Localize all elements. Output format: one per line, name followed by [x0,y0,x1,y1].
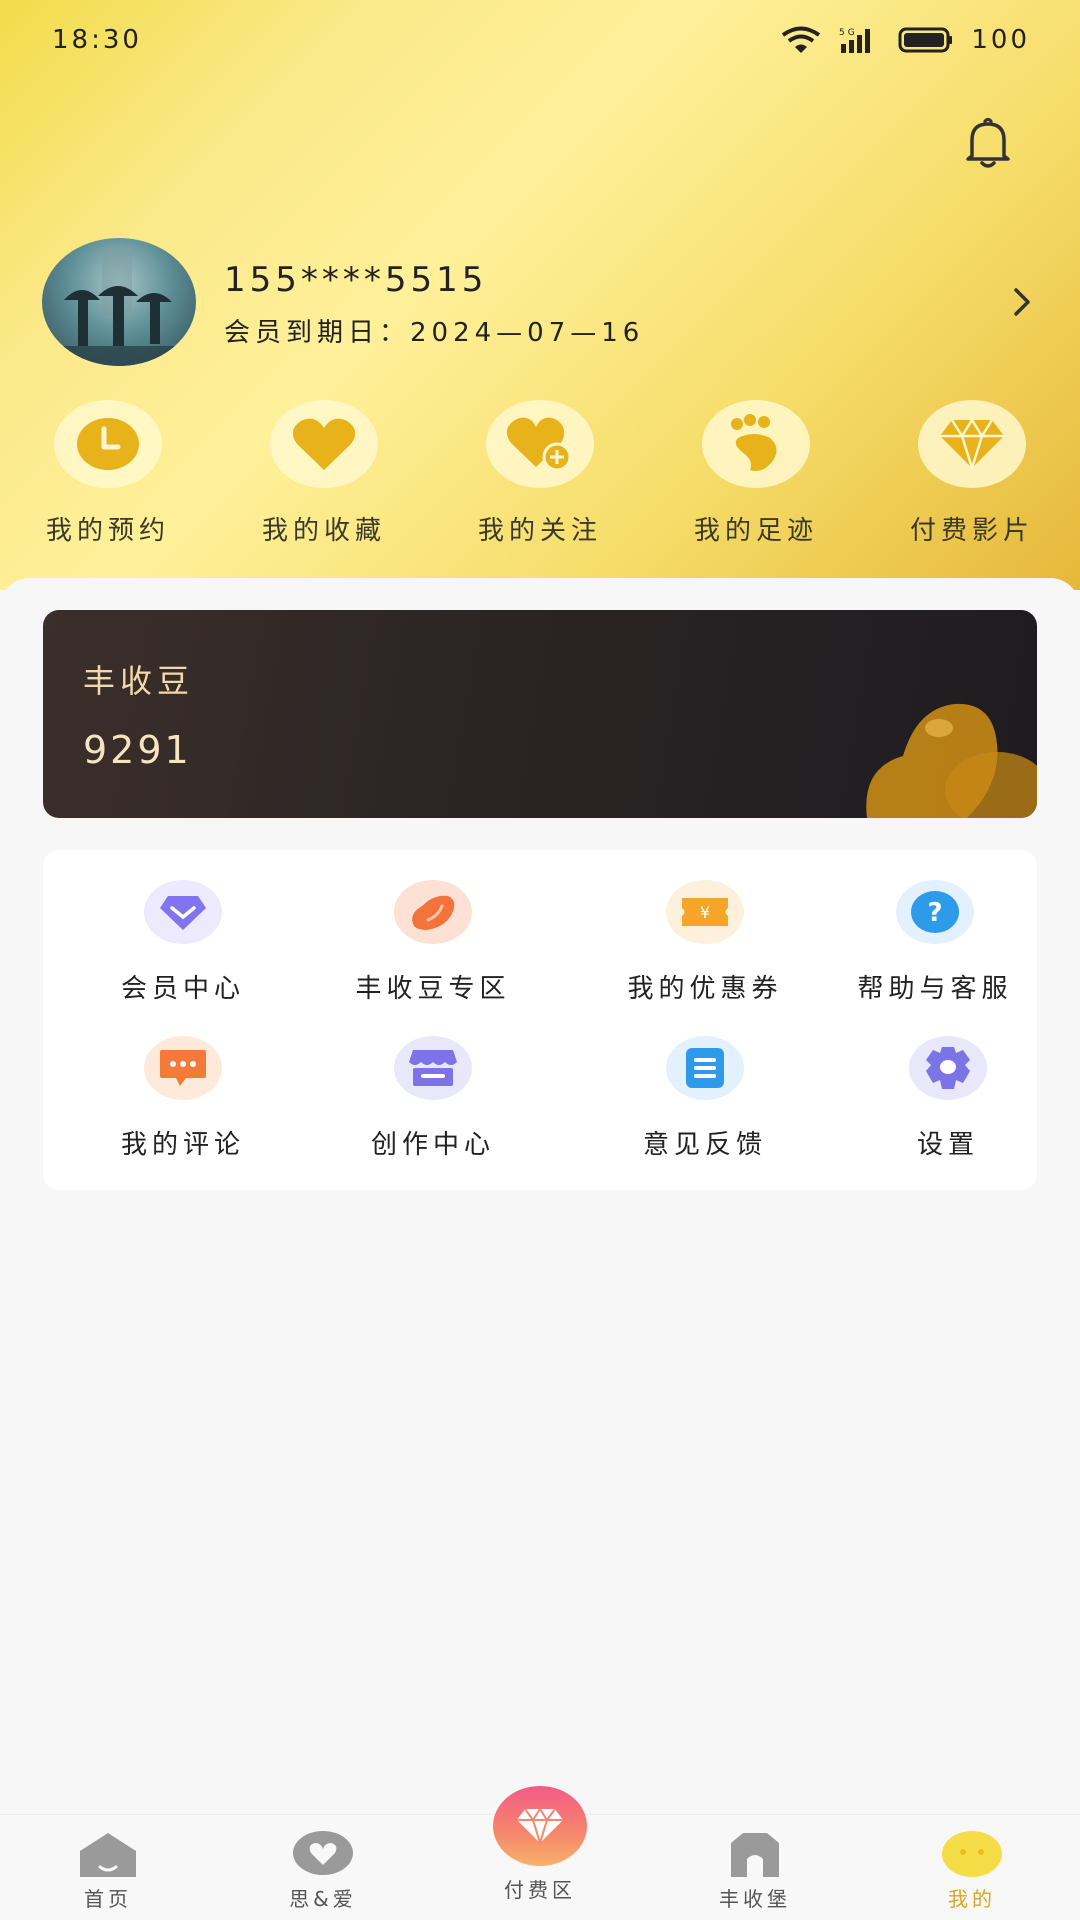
tab-label: 丰收堡 [719,1887,791,1911]
feature-menu: 会员中心 丰收豆专区 ¥ 我的优惠券 ? 帮助与客服 我的评论 创作中心 意见反… [43,850,1037,1190]
menu-item-label: 意见反馈 [642,1130,767,1160]
tab-mine[interactable]: 我的 [882,1815,1062,1920]
membership-expiry: 会员到期日：2024—07—16 [224,318,645,348]
coupon-icon: ¥ [682,898,728,926]
diamond-icon [940,418,1004,470]
avatar[interactable] [42,238,196,366]
chevron-right-icon[interactable] [1002,282,1042,322]
profile-face-icon [942,1831,1002,1877]
tab-paid-zone-label[interactable]: 付费区 [470,1874,610,1903]
bean-decoration-icon [866,703,1037,818]
menu-item-bean-zone[interactable]: 丰收豆专区 [323,880,543,1010]
quick-action-following[interactable]: 我的关注 [440,400,640,560]
menu-item-label: 我的评论 [120,1130,245,1160]
menu-item-label: 创作中心 [370,1130,495,1160]
svg-text:?: ? [927,898,942,928]
quick-action-paid-movies[interactable]: 付费影片 [872,400,1072,560]
profile-summary[interactable]: 155****5515 会员到期日：2024—07—16 [42,238,1042,368]
menu-item-feedback[interactable]: 意见反馈 [595,1036,815,1166]
quick-action-label: 我的足迹 [693,516,818,546]
tab-castle[interactable]: 丰收堡 [665,1815,845,1920]
store-icon [409,1050,457,1086]
settings-icon [926,1047,970,1089]
menu-item-vip-center[interactable]: 会员中心 [73,880,293,1010]
quick-action-label: 我的收藏 [261,516,386,546]
menu-item-label: 我的优惠券 [627,974,783,1004]
feedback-icon [686,1048,724,1088]
battery-icon [898,27,953,53]
tab-label: 首页 [84,1887,132,1911]
bean-balance: 9291 [83,728,192,772]
clock-icon [77,418,139,470]
tab-home[interactable]: 首页 [18,1815,198,1920]
harvest-bean-card[interactable]: 丰收豆 9291 [43,610,1037,818]
quick-action-footprints[interactable]: 我的足迹 [656,400,856,560]
wifi-icon [782,26,821,53]
quick-actions: 我的预约 我的收藏 我的关注 我的足迹 付费影片 [0,400,1080,560]
menu-item-label: 会员中心 [120,974,245,1004]
quick-action-appointments[interactable]: 我的预约 [8,400,208,560]
tab-label: 思&爱 [289,1887,357,1911]
user-phone: 155****5515 [224,260,488,300]
menu-item-label: 丰收豆专区 [355,974,511,1004]
heart-plus-icon [506,417,572,472]
status-bar: 18:30 5G 100 [0,0,1080,80]
svg-text:5G: 5G [839,28,858,38]
home-icon [80,1833,136,1877]
menu-item-label: 设置 [916,1130,979,1160]
menu-item-label: 帮助与客服 [857,974,1013,1004]
menu-item-help[interactable]: ? 帮助与客服 [825,880,1045,1010]
tab-label: 我的 [948,1887,996,1911]
help-icon: ? [911,891,959,933]
quick-action-label: 我的预约 [45,516,170,546]
menu-item-coupons[interactable]: ¥ 我的优惠券 [595,880,815,1010]
comment-icon [160,1050,206,1086]
bean-icon [412,895,455,930]
battery-level: 100 [971,25,1030,55]
menu-item-comments[interactable]: 我的评论 [73,1036,293,1166]
castle-icon [731,1833,779,1877]
status-time: 18:30 [52,25,142,55]
chat-heart-icon [293,1831,353,1875]
menu-item-creator-center[interactable]: 创作中心 [323,1036,543,1166]
quick-action-label: 付费影片 [909,516,1034,546]
quick-action-favorites[interactable]: 我的收藏 [224,400,424,560]
signal-5g-icon: 5G [839,28,871,53]
footprint-icon [731,414,777,471]
vip-icon [160,896,206,930]
diamond-icon [517,1807,563,1845]
tab-paid-zone[interactable] [493,1786,587,1866]
heart-icon [292,418,356,470]
notification-bell-icon[interactable] [958,112,1018,172]
svg-text:¥: ¥ [700,903,710,922]
quick-action-label: 我的关注 [477,516,602,546]
tab-love[interactable]: 思&爱 [233,1815,413,1920]
bean-card-title: 丰收豆 [83,662,195,700]
menu-item-settings[interactable]: 设置 [838,1036,1058,1166]
